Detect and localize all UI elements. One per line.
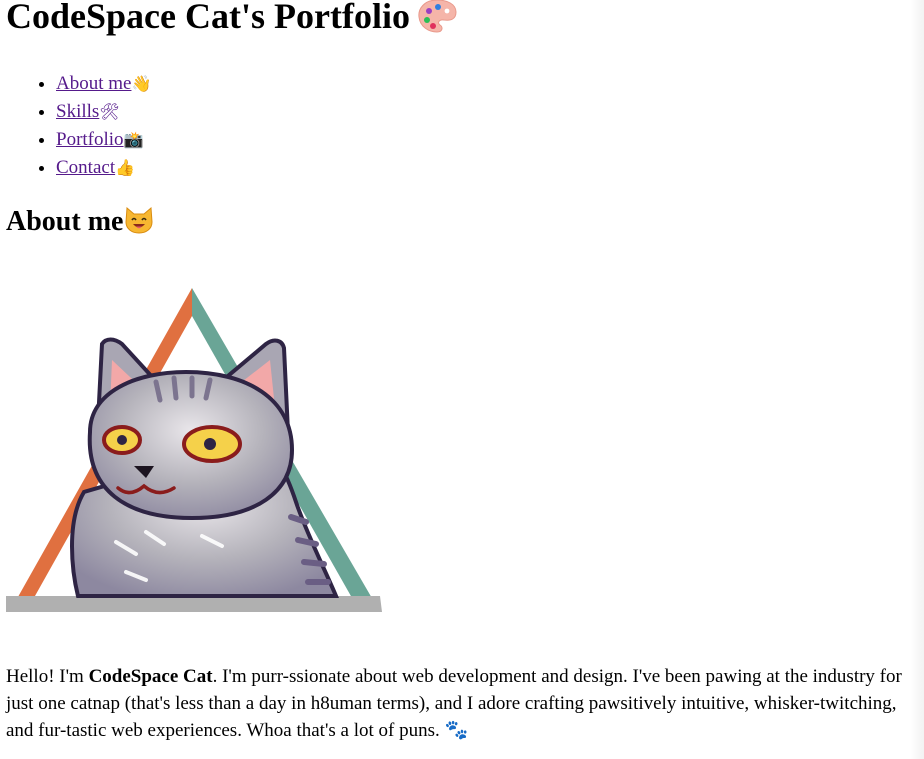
codespace-cat-image (6, 282, 382, 614)
nav-item-contact: Contact👍 (56, 154, 151, 182)
about-heading-text: About me (6, 206, 124, 237)
cat-face-icon (123, 204, 155, 243)
nav-item-portfolio: Portfolio📸 (56, 126, 151, 154)
nav-link-skills[interactable]: Skills🛠 (56, 101, 120, 122)
portfolio-page: CodeSpace Cat's Portfolio About me👋 Skil… (0, 0, 924, 759)
about-paragraph: Hello! I'm CodeSpace Cat. I'm purr-ssion… (6, 666, 902, 741)
artist-palette-icon (416, 0, 458, 43)
codespace-cat-svg (6, 288, 382, 612)
thumbs-up-icon: 👍 (115, 160, 136, 177)
hammer-and-wrench-icon: 🛠 (99, 104, 120, 121)
about-heading: About me (6, 204, 155, 243)
camera-icon: 📸 (123, 132, 144, 149)
nav-link-about[interactable]: About me👋 (56, 73, 151, 94)
nav-item-skills: Skills🛠 (56, 98, 151, 126)
cat-name: CodeSpace Cat (88, 666, 213, 687)
window-edge-shadow (910, 0, 924, 759)
page-title: CodeSpace Cat's Portfolio (6, 0, 458, 43)
waving-hand-icon: 👋 (131, 76, 152, 93)
paw-prints-icon: 🐾 (444, 720, 469, 741)
main-nav: About me👋 Skills🛠 Portfolio📸 Contact👍 (16, 70, 151, 182)
nav-item-about: About me👋 (56, 70, 151, 98)
nav-link-portfolio[interactable]: Portfolio📸 (56, 129, 144, 150)
nav-link-contact[interactable]: Contact👍 (56, 157, 135, 178)
page-title-text: CodeSpace Cat's Portfolio (6, 0, 410, 36)
